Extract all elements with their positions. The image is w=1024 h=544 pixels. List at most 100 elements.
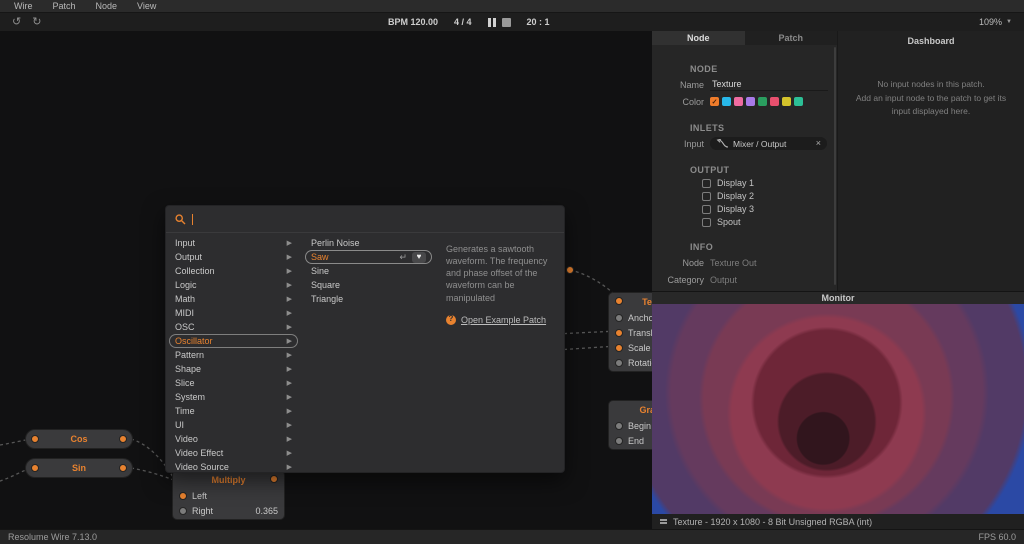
node-row: Translate [609,325,652,340]
input-port[interactable] [179,507,187,515]
category-label: Input [175,238,195,248]
patch-canvas[interactable]: Cos Sin Multiply Left [0,31,652,529]
result-item[interactable]: Saw ↵ ♥ [305,250,432,264]
category-item[interactable]: Video ▶ [166,432,301,446]
time-signature[interactable]: 4 / 4 [454,17,472,27]
input-port[interactable] [31,464,39,472]
redo-icon[interactable]: ↻ [32,17,41,28]
color-swatch[interactable] [746,97,755,106]
menu-view[interactable]: View [127,1,166,11]
checkbox[interactable] [702,192,711,201]
menu-patch[interactable]: Patch [43,1,86,11]
color-swatch[interactable] [734,97,743,106]
color-swatch[interactable] [794,97,803,106]
open-example-patch-link[interactable]: ? Open Example Patch [446,314,552,326]
input-port[interactable] [615,329,623,337]
stop-icon[interactable] [502,18,511,27]
category-item[interactable]: Video Source ▶ [166,460,301,474]
panel-scrollbar[interactable] [834,47,836,285]
bpm-display[interactable]: BPM 120.00 [388,17,438,27]
node-name-input[interactable]: Texture [710,79,828,91]
node-cos[interactable]: Cos [25,429,133,449]
color-swatch[interactable] [722,97,731,106]
row-label: Right [192,506,213,516]
chevron-right-icon: ▶ [287,253,292,261]
input-port[interactable] [615,437,623,445]
input-port[interactable] [615,314,623,322]
remove-connection-icon[interactable]: × [816,139,821,148]
category-label: UI [175,420,184,430]
category-item[interactable]: System ▶ [166,390,301,404]
status-bar: Resolume Wire 7.13.0 FPS 60.0 [0,529,1024,544]
pause-icon[interactable] [488,18,496,27]
result-label: Saw [311,252,329,262]
category-label: System [175,392,205,402]
tab-node[interactable]: Node [652,31,745,45]
category-item[interactable]: Slice ▶ [166,376,301,390]
color-swatch[interactable] [710,97,719,106]
section-header-info: INFO [690,242,837,252]
category-item[interactable]: Video Effect ▶ [166,446,301,460]
category-label: OSC [175,322,195,332]
link-label: Open Example Patch [461,314,546,326]
menu-node[interactable]: Node [86,1,128,11]
row-value[interactable]: 0.365 [255,506,278,516]
tab-patch[interactable]: Patch [745,31,838,45]
dashboard-empty-message: No input nodes in this patch. Add an inp… [838,78,1024,119]
input-port[interactable] [615,359,623,367]
checkbox[interactable] [702,179,711,188]
result-label: Sine [311,266,329,276]
favorite-button[interactable]: ♥ [412,252,426,263]
checkbox[interactable] [702,218,711,227]
color-swatch[interactable] [758,97,767,106]
result-item[interactable]: Sine ↵ ♥ [301,264,436,278]
section-header-inlets: INLETS [690,123,837,133]
chevron-right-icon: ▶ [287,393,292,401]
input-port[interactable] [31,435,39,443]
beat-counter[interactable]: 20 : 1 [527,17,550,27]
monitor-preview-image [652,304,1024,514]
undo-icon[interactable]: ↺ [12,17,21,28]
input-port[interactable] [179,492,187,500]
color-swatch[interactable] [770,97,779,106]
color-swatch[interactable] [782,97,791,106]
result-item[interactable]: Square ↵ ♥ [301,278,436,292]
input-port[interactable] [615,297,623,305]
output-options: Display 1 Display 2 Display 3 [652,178,837,227]
node-row: Left [173,488,284,503]
zoom-control[interactable]: 109% ▼ [979,13,1012,31]
node-gradient[interactable]: Gradient Begin End [608,400,652,450]
menu-wire[interactable]: Wire [4,1,43,11]
category-item[interactable]: Output ▶ [166,250,301,264]
result-item[interactable]: Perlin Noise ↵ ♥ [301,236,436,250]
input-port[interactable] [615,344,623,352]
info-node-label: Node [652,258,710,268]
category-item[interactable]: OSC ▶ [166,320,301,334]
category-label: Logic [175,280,197,290]
chevron-right-icon: ▶ [287,449,292,457]
node-sin[interactable]: Sin [25,458,133,478]
category-item[interactable]: Pattern ▶ [166,348,301,362]
result-item[interactable]: Triangle ↵ ♥ [301,292,436,306]
checkbox[interactable] [702,205,711,214]
output-port[interactable] [119,435,127,443]
node-multiply[interactable]: Multiply Left Right 0.365 [172,470,285,520]
category-item[interactable]: Shape ▶ [166,362,301,376]
node-texture[interactable]: Texture Anchor Translate Scale Rotation [608,292,652,372]
pause-icon[interactable] [660,519,667,524]
category-item[interactable]: UI ▶ [166,418,301,432]
category-item[interactable]: Math ▶ [166,292,301,306]
output-port[interactable] [270,475,278,483]
category-item[interactable]: MIDI ▶ [166,306,301,320]
category-item[interactable]: Logic ▶ [166,278,301,292]
result-label: Triangle [311,294,343,304]
category-item[interactable]: Oscillator ▶ [169,334,298,348]
output-port[interactable] [119,464,127,472]
category-item[interactable]: Collection ▶ [166,264,301,278]
node-search[interactable] [166,206,564,233]
output-port[interactable] [566,266,574,274]
category-item[interactable]: Time ▶ [166,404,301,418]
category-item[interactable]: Input ▶ [166,236,301,250]
input-port[interactable] [615,422,623,430]
input-connection-pill[interactable]: Mixer / Output × [710,137,827,150]
